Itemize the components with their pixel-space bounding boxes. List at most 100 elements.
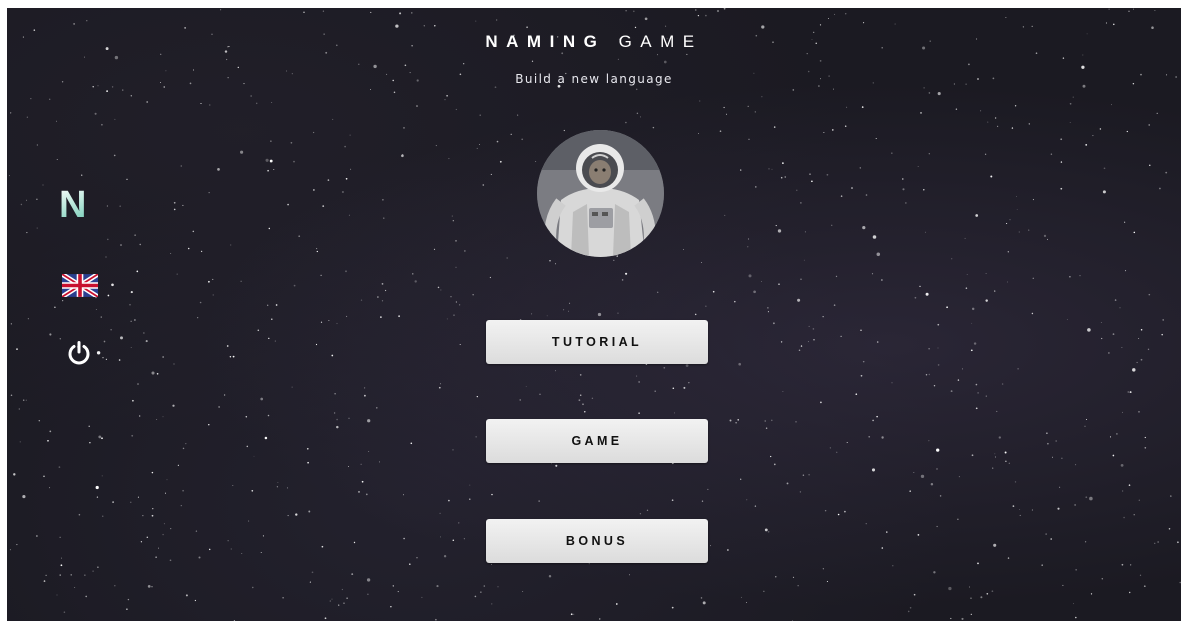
star (977, 562, 979, 565)
star (845, 13, 847, 15)
star (475, 436, 477, 438)
star (230, 548, 232, 550)
star (377, 296, 379, 298)
star (173, 201, 176, 204)
star (1074, 504, 1076, 506)
star (385, 289, 387, 292)
star (625, 10, 627, 12)
star (987, 121, 989, 123)
star (1059, 486, 1061, 488)
star (525, 385, 527, 387)
star (907, 610, 910, 613)
star (452, 220, 454, 222)
star (156, 372, 159, 375)
star (156, 419, 158, 421)
star (1019, 508, 1021, 511)
star (1148, 124, 1150, 126)
star (840, 195, 843, 197)
star (617, 312, 619, 314)
star (336, 425, 339, 429)
star (951, 258, 953, 260)
star (395, 24, 399, 28)
star (957, 518, 959, 520)
star (1092, 135, 1094, 137)
star (1113, 23, 1115, 26)
star (1122, 411, 1123, 413)
star (1031, 312, 1034, 315)
star (1006, 222, 1008, 225)
star (665, 25, 667, 27)
star (182, 489, 184, 492)
star (933, 571, 936, 574)
star (928, 153, 930, 155)
app-title-light: GAME (618, 32, 703, 51)
star (729, 419, 732, 422)
star (496, 19, 498, 21)
star (716, 9, 720, 13)
star (865, 194, 868, 196)
star (200, 250, 203, 253)
star (625, 272, 628, 275)
star (450, 296, 452, 298)
star (184, 27, 186, 29)
star (92, 85, 94, 88)
star (329, 600, 332, 602)
star (946, 306, 948, 309)
star (1108, 8, 1110, 10)
star (140, 541, 143, 543)
star (440, 536, 441, 538)
star (786, 482, 789, 485)
star (229, 356, 232, 358)
star (459, 304, 461, 306)
star (440, 383, 442, 385)
star (1133, 231, 1136, 234)
bonus-button[interactable]: BONUS (486, 519, 708, 563)
star (94, 112, 97, 115)
star (977, 392, 979, 394)
star (114, 118, 116, 120)
game-button[interactable]: GAME (486, 419, 708, 463)
star (10, 394, 13, 396)
star (1105, 22, 1107, 24)
tutorial-button[interactable]: TUTORIAL (486, 320, 708, 364)
star (164, 492, 167, 494)
star (591, 397, 594, 399)
star (345, 270, 347, 273)
star (1144, 447, 1147, 449)
star (1129, 391, 1132, 394)
star (472, 294, 474, 296)
star (162, 533, 164, 536)
star (458, 522, 460, 524)
star (1148, 293, 1151, 296)
star (376, 407, 378, 409)
star (1085, 496, 1088, 499)
star (20, 203, 23, 206)
star (948, 586, 952, 591)
star (1157, 541, 1159, 543)
star (36, 144, 39, 146)
power-icon[interactable] (65, 339, 93, 367)
star (448, 499, 450, 502)
logo-n[interactable]: N (59, 186, 86, 224)
star (132, 399, 134, 402)
star (49, 98, 51, 100)
star (632, 10, 635, 13)
star (1168, 528, 1171, 530)
star (1060, 161, 1063, 163)
star (1128, 484, 1131, 486)
uk-flag-icon[interactable] (62, 274, 98, 297)
star (862, 360, 865, 363)
star (1133, 8, 1134, 10)
star (293, 284, 296, 287)
star (1017, 368, 1019, 370)
star (469, 484, 471, 486)
star (985, 395, 987, 397)
star (316, 248, 318, 250)
star (1074, 616, 1077, 619)
star (709, 545, 711, 547)
star (822, 316, 824, 318)
star (463, 538, 465, 540)
star (1112, 333, 1115, 335)
star (287, 487, 288, 489)
star (567, 310, 569, 312)
